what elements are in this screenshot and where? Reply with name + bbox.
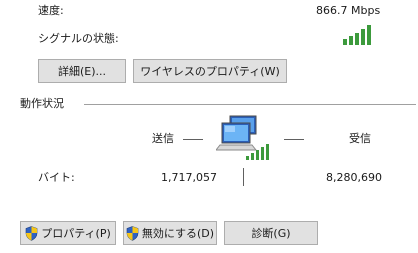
bytes-label: バイト: — [38, 171, 75, 184]
bytes-received-value: 8,280,690 — [326, 171, 382, 184]
bytes-divider — [243, 168, 244, 186]
disable-button[interactable]: 無効にする(D) — [123, 221, 217, 245]
uac-shield-icon — [25, 225, 38, 241]
received-line — [284, 139, 304, 140]
speed-value: 866.7 Mbps — [316, 4, 381, 17]
network-computers-icon — [216, 115, 269, 160]
properties-button-label: プロパティ(P) — [41, 227, 111, 240]
bytes-sent-value: 1,717,057 — [161, 171, 217, 184]
activity-section-title: 動作状況 — [20, 97, 64, 110]
speed-label: 速度: — [38, 4, 64, 17]
signal-strength-icon — [343, 25, 371, 45]
uac-shield-icon — [126, 225, 139, 241]
disable-button-label: 無効にする(D) — [141, 227, 215, 240]
properties-button[interactable]: プロパティ(P) — [20, 221, 116, 245]
received-label: 受信 — [349, 132, 371, 145]
wireless-properties-button[interactable]: ワイヤレスのプロパティ(W) — [133, 59, 287, 83]
section-divider — [84, 104, 416, 105]
sent-label: 送信 — [152, 132, 174, 145]
diagnose-button[interactable]: 診断(G) — [224, 221, 318, 245]
sent-line — [183, 139, 203, 140]
details-button[interactable]: 詳細(E)... — [38, 59, 126, 83]
signal-label: シグナルの状態: — [38, 32, 119, 45]
